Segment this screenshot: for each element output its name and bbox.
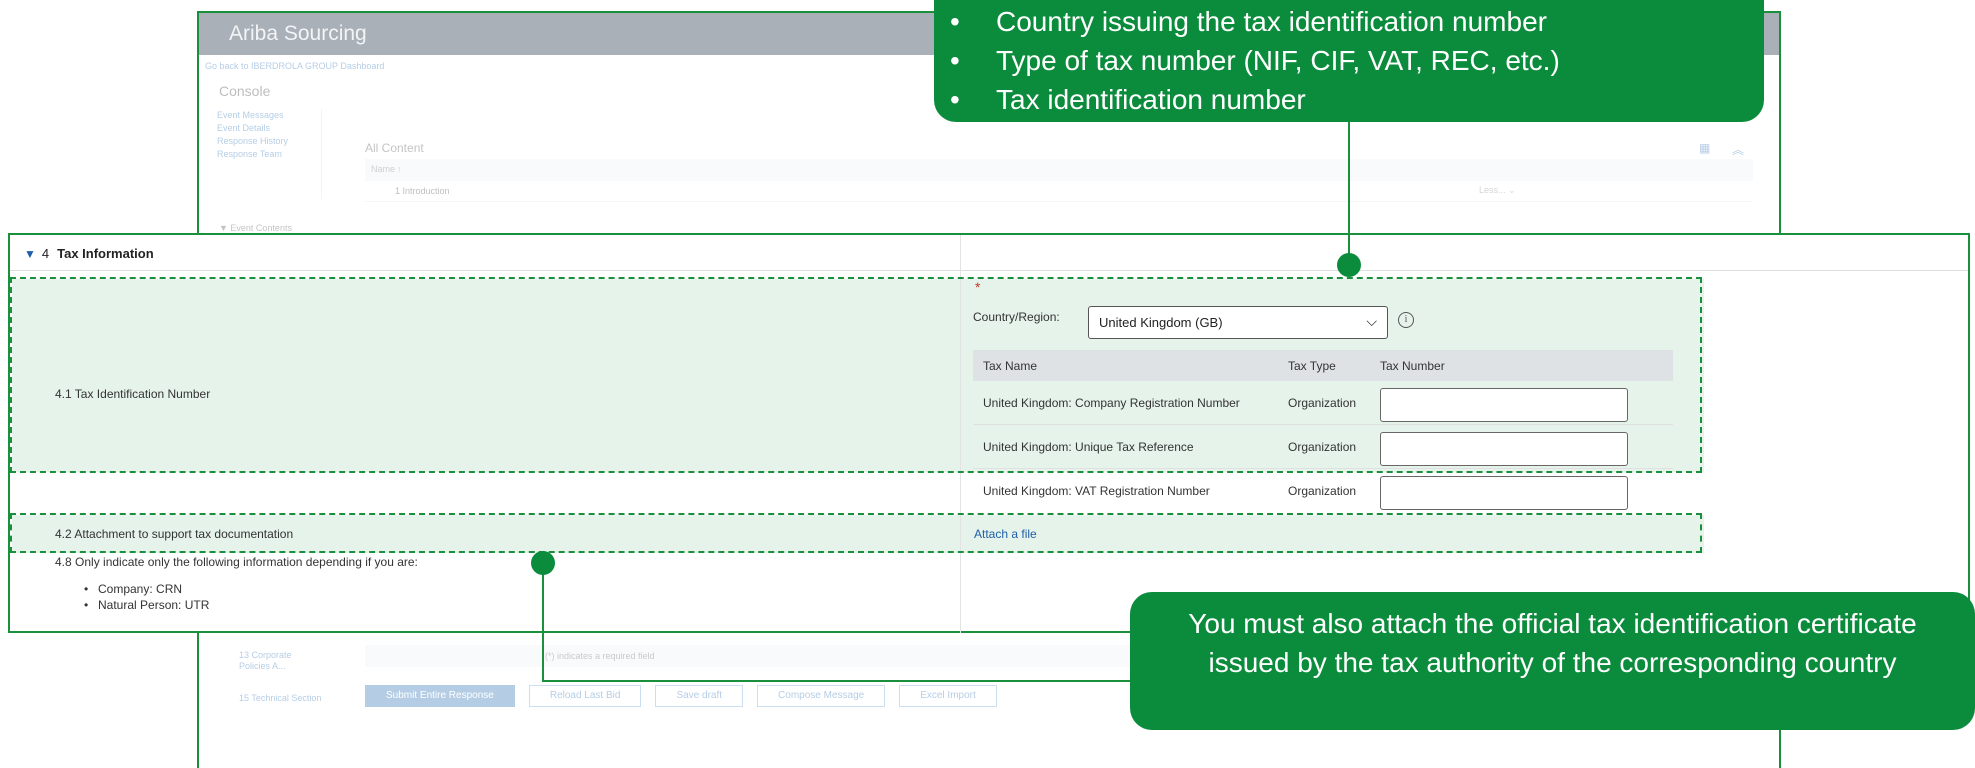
sidebar-divider	[321, 109, 322, 199]
tutorial-screenshot: Ariba Sourcing Go back to IBERDROLA GROU…	[0, 0, 1975, 768]
bottom-connector-vertical	[542, 562, 544, 682]
excel-import-button[interactable]: Excel Import	[899, 685, 997, 707]
tax-fields-callout: Country issuing the tax identification n…	[934, 0, 1764, 122]
top-connector-dot	[1337, 253, 1361, 277]
sidebar-item-event-messages[interactable]: Event Messages	[217, 109, 317, 122]
tax-name-cell: United Kingdom: VAT Registration Number	[983, 484, 1210, 498]
sidebar-item-response-team[interactable]: Response Team	[217, 148, 317, 161]
sidebar-item-response-history[interactable]: Response History	[217, 135, 317, 148]
sidebar-item-technical-section[interactable]: 15 Technical Section	[239, 693, 321, 703]
bottom-connector-horizontal	[542, 680, 1132, 682]
submit-entire-response-button[interactable]: Submit Entire Response	[365, 685, 515, 707]
sidebar-item-event-details[interactable]: Event Details	[217, 122, 317, 135]
tax-id-dashed-outline	[10, 277, 1702, 473]
tax-section-header[interactable]: ▼ 4 Tax Information	[10, 235, 1968, 271]
table-row: United Kingdom: VAT Registration Number …	[973, 469, 1673, 513]
app-title: Ariba Sourcing	[229, 22, 367, 45]
section-title: Tax Information	[57, 246, 154, 261]
action-buttons: Submit Entire Response Reload Last Bid S…	[365, 685, 997, 707]
bullet-company-crn: Company: CRN	[84, 582, 182, 596]
tax-type-cell: Organization	[1288, 484, 1357, 498]
table-view-icon[interactable]: ▦	[1699, 141, 1710, 155]
callout-bullet: Type of tax number (NIF, CIF, VAT, REC, …	[950, 41, 1764, 80]
bottom-connector-dot	[531, 551, 555, 575]
less-toggle[interactable]: Less... ⌄	[1479, 185, 1516, 196]
attachment-callout: You must also attach the official tax id…	[1130, 592, 1975, 730]
callout-bullet: Tax identification number	[950, 80, 1764, 119]
top-connector-line	[1348, 120, 1350, 265]
question-4-8-label: 4.8 Only indicate only the following inf…	[55, 555, 418, 569]
attachment-dashed-outline	[10, 513, 1702, 553]
name-column-header[interactable]: Name ↑	[365, 159, 1753, 181]
bullet-natural-person-utr: Natural Person: UTR	[84, 598, 209, 612]
introduction-row[interactable]: 1 Introduction	[365, 182, 1753, 202]
event-contents-toggle[interactable]: ▼ Event Contents	[219, 223, 292, 233]
console-sidebar: Event Messages Event Details Response Hi…	[217, 109, 317, 161]
vat-registration-number-input[interactable]	[1380, 476, 1628, 510]
sidebar-item-corporate-policies[interactable]: 13 Corporate Policies A...	[239, 650, 319, 672]
collapse-icon[interactable]: ︽	[1732, 141, 1744, 158]
reload-last-bid-button[interactable]: Reload Last Bid	[528, 685, 642, 707]
callout-bullet: Country issuing the tax identification n…	[950, 2, 1764, 41]
console-title: Console	[219, 83, 271, 99]
section-number: 4	[41, 246, 50, 261]
save-draft-button[interactable]: Save draft	[655, 685, 744, 707]
compose-message-button[interactable]: Compose Message	[757, 685, 886, 707]
all-content-title: All Content	[365, 141, 424, 155]
back-to-dashboard-link[interactable]: Go back to IBERDROLA GROUP Dashboard	[205, 61, 384, 71]
collapse-triangle-icon[interactable]: ▼	[24, 247, 36, 261]
